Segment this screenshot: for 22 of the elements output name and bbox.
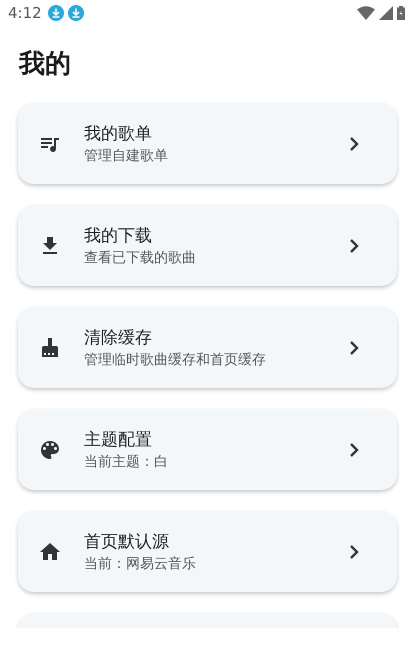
card-subtitle: 当前主题：白 [84,453,169,471]
download-notification-icon [68,5,84,21]
menu-card[interactable]: 清除缓存 管理临时歌曲缓存和首页缓存 [18,307,397,388]
card-title: 清除缓存 [84,327,153,349]
signal-icon [379,6,393,20]
card-title: 主题配置 [84,429,153,451]
wifi-icon [357,6,375,20]
menu-card[interactable]: 我的歌单 管理自建歌单 [18,103,397,184]
menu-card[interactable]: 首页默认源 当前：网易云音乐 [18,511,397,592]
card-title: 我的歌单 [84,123,153,145]
battery-icon [397,6,405,20]
menu-card[interactable]: 我的下载 查看已下载的歌曲 [18,205,397,286]
menu-card[interactable]: 主题配置 当前主题：白 [18,409,397,490]
card-subtitle: 查看已下载的歌曲 [84,249,197,267]
download-notification-icon [48,5,64,21]
status-time: 4:12 [8,4,42,22]
card-title: 首页默认源 [84,531,170,553]
card-title: 我的下载 [84,225,153,247]
card-subtitle: 管理自建歌单 [84,147,169,165]
page-title: 我的 [19,48,72,81]
card-subtitle: 当前：网易云音乐 [84,555,197,573]
card-subtitle: 管理临时歌曲缓存和首页缓存 [84,351,267,369]
